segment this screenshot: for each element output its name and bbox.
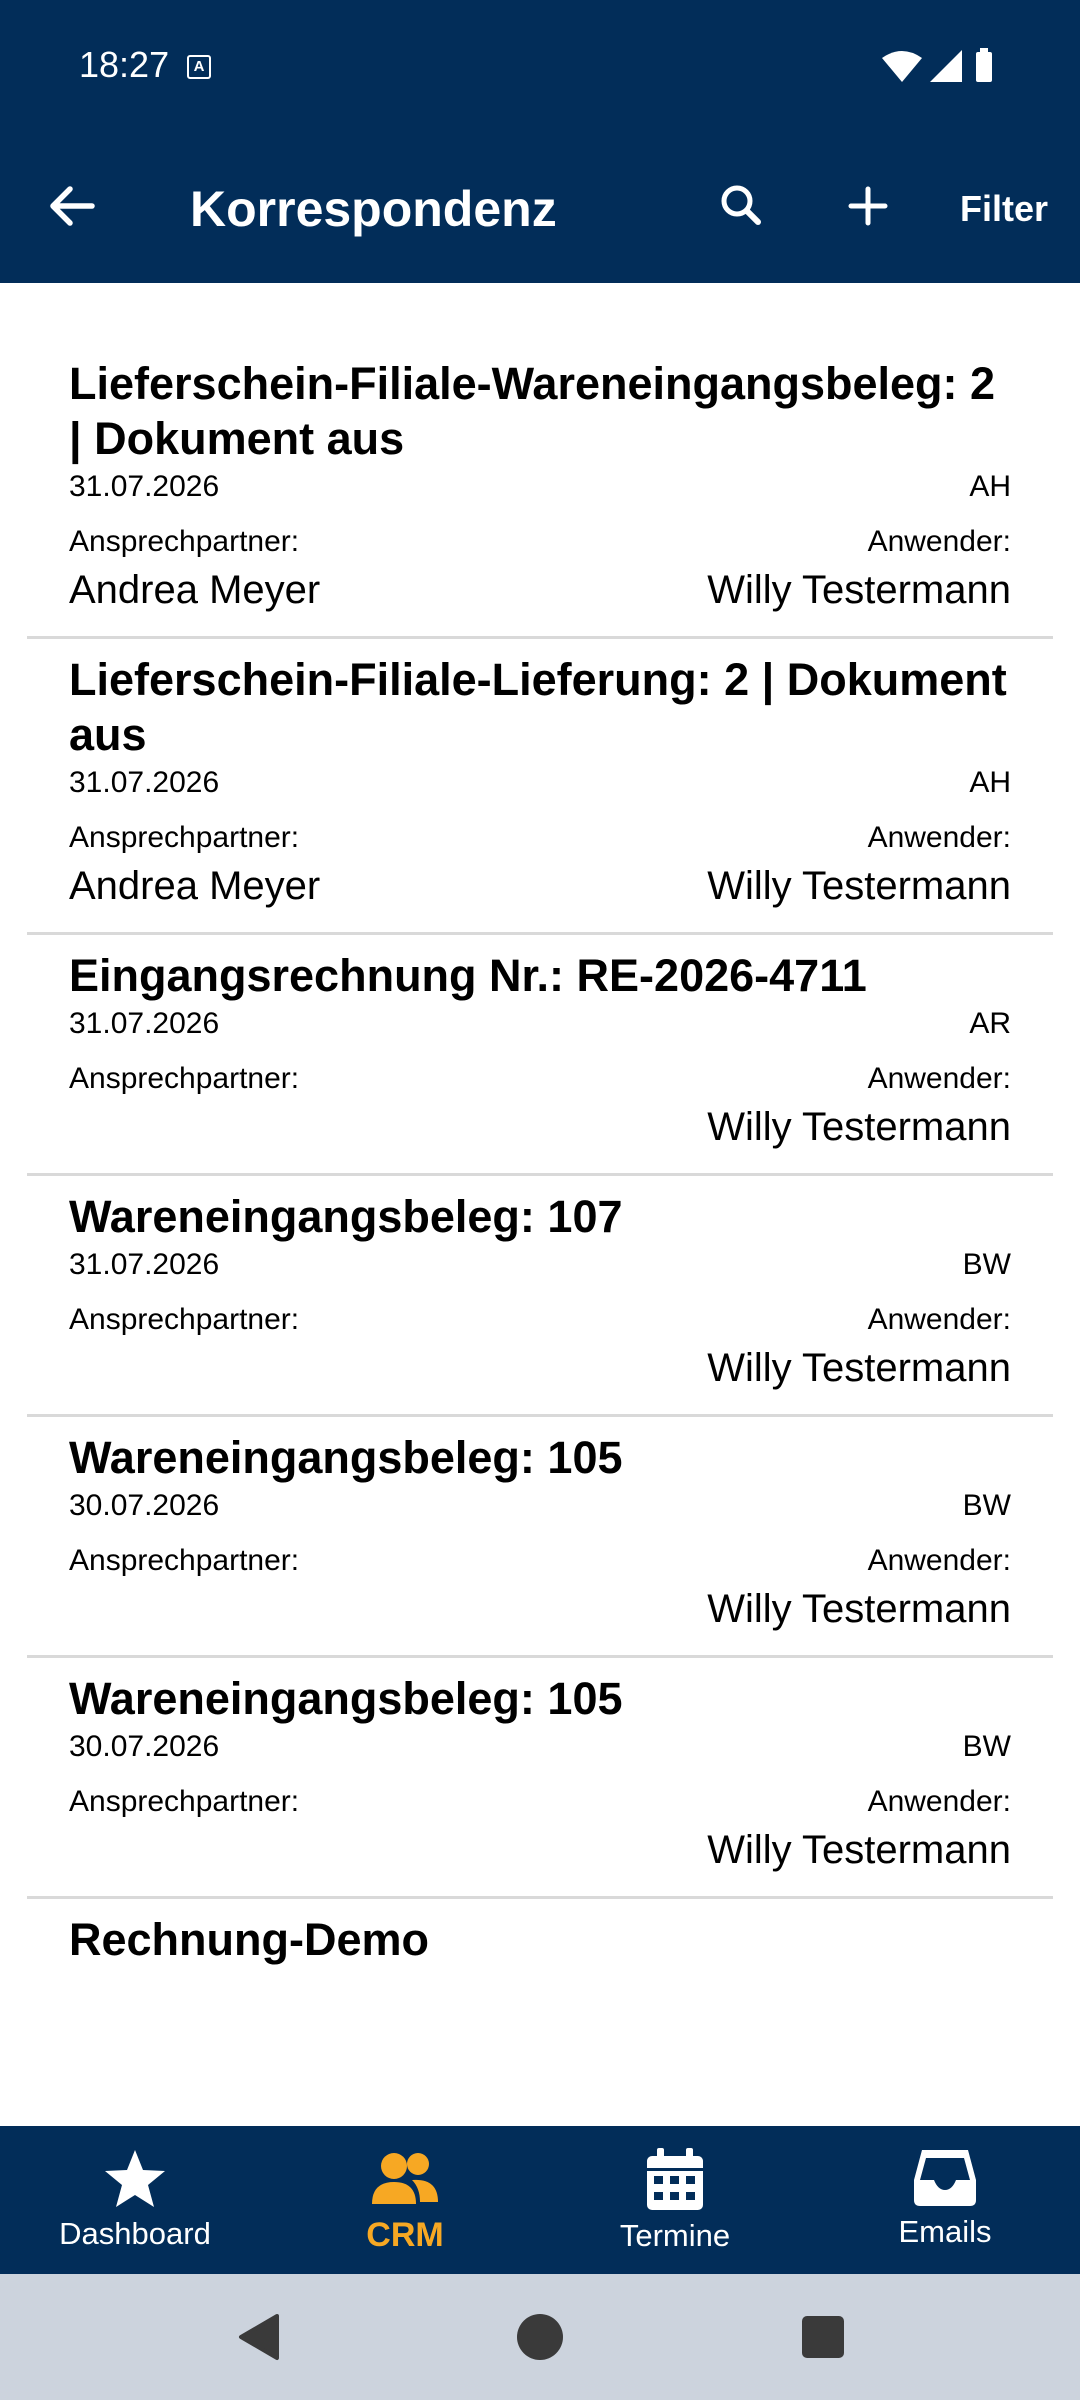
contact-name: Andrea Meyer <box>69 864 321 908</box>
user-name: Willy Testermann <box>707 568 1011 612</box>
nav-label: Dashboard <box>59 2216 211 2251</box>
list-item[interactable]: Wareneingangsbeleg: 105 30.07.2026 BW Ans… <box>27 1417 1053 1658</box>
list-item[interactable]: Lieferschein-Filiale-Wareneingangsbeleg:… <box>27 343 1053 639</box>
item-code: BW <box>962 1489 1011 1522</box>
top-app-header: 18:27 A Korrespondenz Filter <box>0 0 1080 283</box>
correspondence-list[interactable]: Lieferschein-Filiale-Wareneingangsbeleg:… <box>0 283 1080 2126</box>
item-date: 31.07.2026 <box>69 470 220 503</box>
list-item[interactable]: Rechnung-Demo <box>27 1899 1053 1967</box>
user-label: Anwender: <box>867 525 1011 558</box>
nav-crm[interactable]: CRM <box>270 2126 540 2274</box>
item-title: Eingangsrechnung Nr.: RE-2026-4711 <box>69 950 867 1001</box>
item-title: Wareneingangsbeleg: 105 <box>69 1673 623 1724</box>
signal-icon <box>930 50 962 82</box>
calendar-icon <box>647 2148 703 2210</box>
item-code: AH <box>969 766 1011 799</box>
item-title: Lieferschein-Filiale-Wareneingangsbeleg:… <box>69 358 996 464</box>
list-item[interactable]: Lieferschein-Filiale-Lieferung: 2 | Doku… <box>27 639 1053 935</box>
item-date: 31.07.2026 <box>69 766 220 799</box>
page-title: Korrespondenz <box>190 181 557 237</box>
plus-icon[interactable] <box>832 170 904 242</box>
item-date: 31.07.2026 <box>69 1007 220 1040</box>
nav-emails[interactable]: Emails <box>810 2126 1080 2274</box>
list-item[interactable]: Wareneingangsbeleg: 105 30.07.2026 BW Ans… <box>27 1658 1053 1899</box>
contact-label: Ansprechpartner: <box>69 1544 300 1577</box>
star-icon <box>105 2150 165 2207</box>
item-code: BW <box>962 1730 1011 1763</box>
people-icon <box>372 2153 438 2204</box>
item-code: BW <box>962 1248 1011 1281</box>
nav-termine[interactable]: Termine <box>540 2126 810 2274</box>
user-label: Anwender: <box>867 1785 1011 1818</box>
system-recents-icon[interactable] <box>798 2312 848 2362</box>
user-name: Willy Testermann <box>707 1346 1011 1390</box>
contact-label: Ansprechpartner: <box>69 1303 300 1336</box>
user-name: Willy Testermann <box>707 864 1011 908</box>
user-name: Willy Testermann <box>707 1587 1011 1631</box>
contact-label: Ansprechpartner: <box>69 1785 300 1818</box>
list-item[interactable]: Eingangsrechnung Nr.: RE-2026-4711 31.07… <box>27 935 1053 1176</box>
search-icon[interactable] <box>706 170 778 242</box>
nav-dashboard[interactable]: Dashboard <box>0 2126 270 2274</box>
keyboard-notification-icon: A <box>187 55 211 79</box>
system-home-icon[interactable] <box>515 2312 565 2362</box>
contact-label: Ansprechpartner: <box>69 1062 300 1095</box>
item-date: 30.07.2026 <box>69 1489 220 1522</box>
user-label: Anwender: <box>867 821 1011 854</box>
item-date: 31.07.2026 <box>69 1248 220 1281</box>
item-code: AH <box>969 470 1011 503</box>
status-time: 18:27 <box>79 44 170 85</box>
nav-label: CRM <box>366 2216 444 2254</box>
item-title: Wareneingangsbeleg: 105 <box>69 1432 623 1483</box>
battery-icon <box>976 52 992 82</box>
contact-label: Ansprechpartner: <box>69 821 300 854</box>
system-navigation-bar <box>0 2274 1080 2400</box>
item-title: Wareneingangsbeleg: 107 <box>69 1191 623 1242</box>
user-name: Willy Testermann <box>707 1828 1011 1872</box>
item-title: Rechnung-Demo <box>69 1914 429 1965</box>
system-back-icon[interactable] <box>233 2312 283 2362</box>
user-label: Anwender: <box>867 1062 1011 1095</box>
user-label: Anwender: <box>867 1303 1011 1336</box>
status-icons <box>882 48 992 82</box>
item-date: 30.07.2026 <box>69 1730 220 1763</box>
contact-name: Andrea Meyer <box>69 568 321 612</box>
bottom-navigation: Dashboard CRM Termine Emails <box>0 2126 1080 2274</box>
nav-label: Termine <box>619 2218 731 2253</box>
nav-label: Emails <box>898 2214 992 2249</box>
wifi-icon <box>882 51 922 82</box>
item-code: AR <box>969 1007 1011 1040</box>
back-arrow-icon[interactable] <box>36 170 108 242</box>
list-item[interactable]: Wareneingangsbeleg: 107 31.07.2026 BW Ans… <box>27 1176 1053 1417</box>
item-title: Lieferschein-Filiale-Lieferung: 2 | Doku… <box>69 654 1007 760</box>
user-name: Willy Testermann <box>707 1105 1011 1149</box>
filter-button[interactable]: Filter <box>960 188 1048 230</box>
inbox-icon <box>914 2150 976 2206</box>
user-label: Anwender: <box>867 1544 1011 1577</box>
contact-label: Ansprechpartner: <box>69 525 300 558</box>
